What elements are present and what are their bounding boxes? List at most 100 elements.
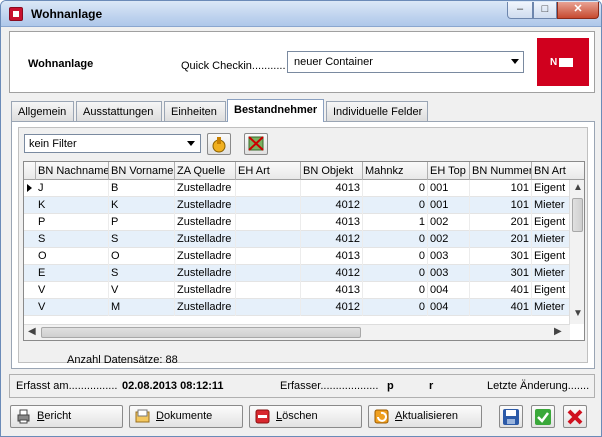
tab-einheiten[interactable]: Einheiten	[164, 101, 226, 122]
close-icon	[567, 409, 583, 425]
tab-individuelle-felder[interactable]: Individuelle Felder	[326, 101, 428, 122]
maximize-button[interactable]: □	[533, 2, 557, 19]
table-cell: 4012	[301, 265, 363, 282]
table-row[interactable]: O O Zustelladre 4013 0 003 301 Eigent	[24, 248, 570, 265]
tab-ausstattungen[interactable]: Ausstattungen	[76, 101, 162, 122]
column-header[interactable]: BN Art	[532, 162, 584, 180]
filter-select[interactable]: kein Filter	[24, 134, 201, 153]
tab-bestandnehmer[interactable]: Bestandnehmer	[227, 99, 324, 122]
table-cell: 201	[470, 231, 532, 248]
dokumente-label: okumente	[163, 410, 213, 422]
save-button[interactable]	[499, 405, 523, 428]
filter-edit-button[interactable]	[207, 133, 231, 155]
table-cell: M	[109, 299, 175, 316]
table-cell: 001	[428, 197, 470, 214]
filter-value: kein Filter	[29, 138, 77, 150]
column-header[interactable]: EH Top	[428, 162, 470, 180]
vertical-scrollbar[interactable]: ▲ ▼	[569, 180, 584, 324]
table-cell: 401	[470, 282, 532, 299]
table-cell: 0	[363, 231, 428, 248]
table-cell: P	[36, 214, 109, 231]
table-row[interactable]: E S Zustelladre 4012 0 003 301 Mieter	[24, 265, 570, 282]
table-cell: V	[36, 299, 109, 316]
table-cell	[236, 299, 301, 316]
table-row[interactable]: J B Zustelladre 4013 0 001 101 Eigent	[24, 180, 570, 197]
delete-icon	[255, 409, 270, 424]
table-cell	[236, 197, 301, 214]
checkmark-icon	[535, 409, 551, 425]
table-cell: 0	[363, 299, 428, 316]
table-row[interactable]: P P Zustelladre 4013 1 002 201 Eigent	[24, 214, 570, 231]
table-cell: 001	[428, 180, 470, 197]
column-header[interactable]: BN Vorname	[109, 162, 175, 180]
bestandnehmer-group: kein Filter BN Nachname BN Vorname ZA Qu…	[18, 127, 588, 366]
table-cell: Zustelladre	[175, 299, 236, 316]
table-cell: Zustelladre	[175, 265, 236, 282]
column-header[interactable]: ZA Quelle	[175, 162, 236, 180]
main-window: Wohnanlage – □ ✕ Wohnanlage Quick Checki…	[0, 0, 602, 437]
table-cell: O	[109, 248, 175, 265]
filter-clear-button[interactable]	[244, 133, 268, 155]
table-cell: 003	[428, 265, 470, 282]
table-cell: V	[36, 282, 109, 299]
scroll-right-icon[interactable]: ▶	[554, 326, 562, 338]
table-cell: 4013	[301, 282, 363, 299]
bericht-button[interactable]: Bericht	[10, 405, 123, 428]
table-cell: S	[109, 231, 175, 248]
table-row[interactable]: K K Zustelladre 4012 0 001 101 Mieter	[24, 197, 570, 214]
erfasser-value-end: r	[429, 380, 434, 392]
audit-info-bar: Erfasst am................ 02.08.2013 08…	[9, 374, 595, 398]
table-cell: Zustelladre	[175, 231, 236, 248]
tab-panel: kein Filter BN Nachname BN Vorname ZA Qu…	[11, 121, 595, 369]
column-header[interactable]: Mahnkz	[363, 162, 428, 180]
table-cell	[236, 265, 301, 282]
table-cell: 301	[470, 265, 532, 282]
quick-checkin-select[interactable]: neuer Container	[287, 51, 524, 73]
tab-allgemein[interactable]: Allgemein	[11, 101, 74, 122]
aktualisieren-button[interactable]: Aktualisieren	[368, 405, 482, 428]
table-row[interactable]: S S Zustelladre 4012 0 002 201 Mieter	[24, 231, 570, 248]
table-cell	[236, 282, 301, 299]
table-cell: 4013	[301, 214, 363, 231]
close-button[interactable]: ✕	[557, 2, 599, 19]
quick-checkin-label: Quick Checkin...........	[181, 60, 286, 72]
minimize-button[interactable]: –	[507, 2, 533, 19]
loeschen-button[interactable]: Löschen	[249, 405, 362, 428]
table-row[interactable]: V M Zustelladre 4012 0 004 401 Mieter	[24, 299, 570, 316]
loeschen-label: öschen	[282, 410, 318, 422]
title-bar[interactable]: Wohnanlage – □ ✕	[1, 1, 601, 27]
scroll-left-icon[interactable]: ◀	[28, 326, 36, 338]
column-header[interactable]: BN Nachname	[36, 162, 109, 180]
dokumente-mnemonic: D	[156, 410, 164, 422]
header-title: Wohnanlage	[28, 58, 94, 70]
vertical-scroll-thumb[interactable]	[572, 198, 583, 232]
table-cell: 002	[428, 231, 470, 248]
footer-toolbar: Bericht Dokumente Löschen Aktualisieren	[1, 401, 601, 436]
table-cell: Zustelladre	[175, 197, 236, 214]
column-header[interactable]: EH Art	[236, 162, 301, 180]
scroll-down-icon[interactable]: ▼	[573, 308, 583, 320]
table-cell: 0	[363, 197, 428, 214]
letzte-aenderung-label: Letzte Änderung.......	[487, 380, 590, 392]
cancel-button[interactable]	[563, 405, 587, 428]
table-cell: 0	[363, 282, 428, 299]
table-cell: 0	[363, 265, 428, 282]
printer-icon	[17, 409, 30, 424]
dokumente-button[interactable]: Dokumente	[129, 405, 243, 428]
column-header[interactable]: BN Nummer	[470, 162, 532, 180]
scroll-up-icon[interactable]: ▲	[573, 182, 583, 194]
table-cell: B	[109, 180, 175, 197]
column-header[interactable]: BN Objekt	[301, 162, 363, 180]
horizontal-scrollbar[interactable]: ◀ ▶	[24, 324, 570, 340]
bestandnehmer-table[interactable]: BN Nachname BN Vorname ZA Quelle EH Art …	[23, 161, 585, 341]
horizontal-scroll-thumb[interactable]	[41, 327, 361, 338]
table-cell: 301	[470, 248, 532, 265]
clear-filter-icon	[248, 136, 264, 151]
table-cell: 4013	[301, 248, 363, 265]
bericht-label: ericht	[44, 410, 72, 422]
funnel-icon	[212, 137, 226, 153]
table-cell: K	[109, 197, 175, 214]
erfasser-value-start: p	[387, 380, 394, 392]
table-row[interactable]: V V Zustelladre 4013 0 004 401 Eigent	[24, 282, 570, 299]
confirm-button[interactable]	[531, 405, 555, 428]
